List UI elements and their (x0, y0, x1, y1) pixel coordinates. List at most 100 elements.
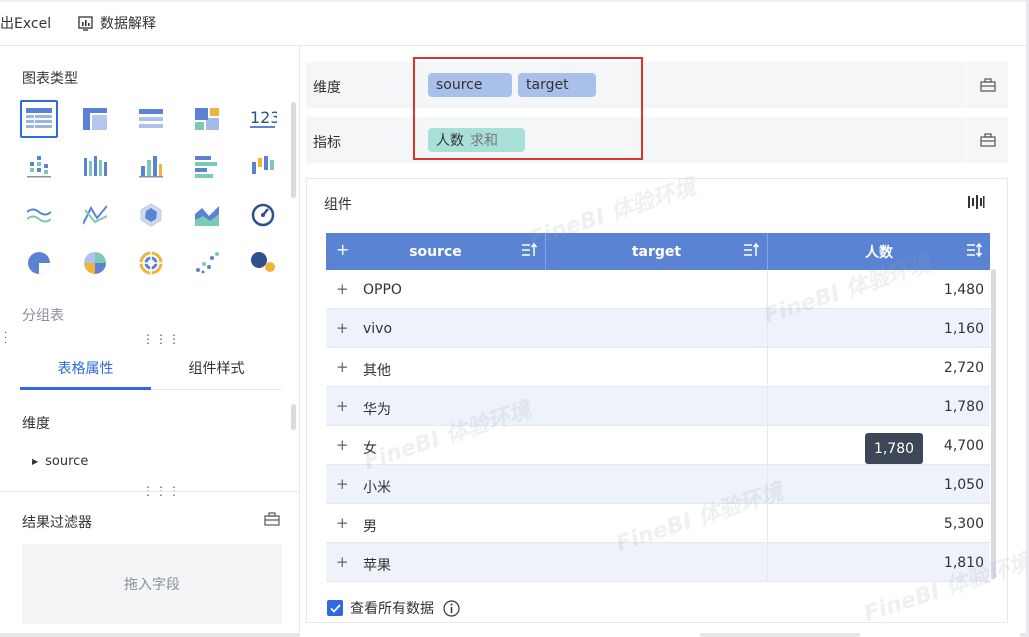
sort-icon[interactable] (743, 243, 759, 257)
sort-both-icon[interactable] (966, 243, 982, 257)
radar-icon[interactable] (132, 196, 170, 234)
row-source-cell: 男 (363, 519, 377, 535)
check-icon (329, 603, 341, 613)
measure-settings-button[interactable] (966, 117, 1008, 163)
radar-line-icon[interactable] (76, 196, 114, 234)
settings-box-icon (979, 133, 996, 147)
left-scrollbar[interactable] (291, 102, 296, 198)
expand-row-icon[interactable]: + (336, 280, 349, 298)
table-row[interactable]: + vivo 1,160 (326, 309, 990, 348)
range-column-icon[interactable] (244, 148, 282, 186)
active-tab-indicator (20, 387, 151, 390)
result-filter-title: 结果过滤器 (22, 515, 92, 531)
bottom-edge (0, 633, 1029, 637)
table-row[interactable]: + 其他 2,720 (326, 348, 990, 387)
table-row[interactable]: + OPPO 1,480 (326, 270, 990, 309)
table-scrollbar[interactable] (991, 269, 996, 579)
tab-component-style[interactable]: 组件样式 (151, 358, 282, 378)
property-scrollbar[interactable] (291, 404, 296, 430)
gauge-icon[interactable] (244, 196, 282, 234)
dimension-config-label: 维度 (313, 80, 341, 96)
left-panel: 图表类型 123 分组表 ⋮⋮⋮ 表格属性 组件样式 维度 ▶ source ⋮… (0, 46, 300, 637)
column-divider (767, 309, 768, 348)
expand-row-icon[interactable]: + (336, 436, 349, 454)
expand-row-icon[interactable]: + (336, 358, 349, 376)
column-divider (767, 348, 768, 387)
export-excel-button[interactable]: 出Excel (0, 13, 51, 33)
column-divider (767, 543, 768, 582)
dot-column-icon[interactable] (20, 148, 58, 186)
row-count-cell: 2,720 (943, 360, 984, 376)
column-header-target[interactable]: target (546, 233, 768, 270)
tab-table-properties[interactable]: 表格属性 (20, 358, 151, 378)
stacked-column-icon[interactable] (76, 148, 114, 186)
column-icon[interactable] (132, 148, 170, 186)
filter-settings-icon[interactable] (264, 512, 280, 526)
measure-config-label: 指标 (313, 135, 341, 151)
show-all-checkbox[interactable] (327, 600, 343, 616)
property-tabs: 表格属性 组件样式 (20, 344, 282, 390)
column-divider (767, 465, 768, 504)
treemap-icon[interactable] (188, 100, 226, 138)
highlight-annotation-box (413, 57, 643, 160)
scatter-icon[interactable] (188, 244, 226, 282)
column-divider (767, 504, 768, 543)
expand-row-icon[interactable]: + (336, 319, 349, 337)
row-source-cell: 其他 (363, 363, 391, 379)
table-row[interactable]: + 小米 1,050 (326, 465, 990, 504)
resize-handle-top[interactable]: ⋮⋮⋮ (142, 333, 181, 345)
column-header-source[interactable]: + source (326, 233, 546, 270)
row-count-cell: 1,780 (943, 399, 984, 415)
detail-table-icon[interactable] (132, 100, 170, 138)
row-source-cell: 女 (363, 441, 377, 457)
funnel-ring-icon[interactable] (132, 244, 170, 282)
filter-drop-zone[interactable]: 拖入字段 (22, 544, 282, 624)
dimension-config-row: 维度 source target (306, 62, 1008, 108)
table-header: + source target 人数 (326, 233, 990, 270)
data-explain-button[interactable]: 数据解释 (78, 13, 156, 33)
row-source-cell: 华为 (363, 402, 391, 418)
rose-pie-icon[interactable] (76, 244, 114, 282)
area-icon[interactable] (188, 196, 226, 234)
column-header-count-label: 人数 (865, 244, 893, 261)
export-excel-label: 出Excel (0, 16, 52, 32)
expand-row-icon[interactable]: + (336, 475, 349, 493)
expand-row-icon[interactable]: + (336, 514, 349, 532)
value-tooltip: 1,780 (865, 433, 923, 464)
row-count-cell: 5,300 (943, 516, 984, 532)
pie-icon[interactable] (20, 244, 58, 282)
expand-row-icon[interactable]: + (336, 553, 349, 571)
table-row[interactable]: + 苹果 1,810 (326, 543, 990, 582)
drop-zone-placeholder: 拖入字段 (124, 577, 180, 593)
panel-drag-handle[interactable]: · · · (4, 329, 7, 349)
data-explain-label: 数据解释 (100, 16, 156, 32)
expand-row-icon[interactable]: + (336, 397, 349, 415)
result-filter-header: 结果过滤器 (0, 491, 300, 537)
table-row[interactable]: + 男 5,300 (326, 504, 990, 543)
info-icon[interactable] (443, 599, 460, 617)
sort-icon[interactable] (521, 243, 537, 257)
widget-layout-icon[interactable] (967, 194, 985, 210)
kpi-icon[interactable]: 123 (244, 100, 282, 138)
dimension-node-label: source (45, 454, 89, 469)
show-all-data-option[interactable]: 查看所有数据 (327, 598, 460, 618)
column-divider (767, 387, 768, 426)
cross-table-icon[interactable] (76, 100, 114, 138)
row-source-cell: vivo (363, 321, 393, 337)
caret-right-icon: ▶ (32, 457, 39, 466)
line-icon[interactable] (20, 196, 58, 234)
column-header-count[interactable]: 人数 (768, 233, 990, 270)
column-divider (767, 426, 768, 465)
bar-icon[interactable] (188, 148, 226, 186)
row-count-cell: 1,810 (943, 555, 984, 571)
bubble-icon[interactable] (244, 244, 282, 282)
svg-text:123: 123 (250, 108, 277, 127)
dimension-tree-node[interactable]: ▶ source (32, 454, 88, 469)
toolbar: 出Excel 数据解释 (0, 0, 1029, 46)
row-count-cell: 1,050 (943, 477, 984, 493)
expand-all-icon[interactable]: + (336, 240, 349, 259)
table-row[interactable]: + 华为 1,780 (326, 387, 990, 426)
table-icon[interactable] (20, 100, 58, 138)
dimension-settings-button[interactable] (966, 62, 1008, 108)
row-source-cell: 苹果 (363, 558, 391, 574)
